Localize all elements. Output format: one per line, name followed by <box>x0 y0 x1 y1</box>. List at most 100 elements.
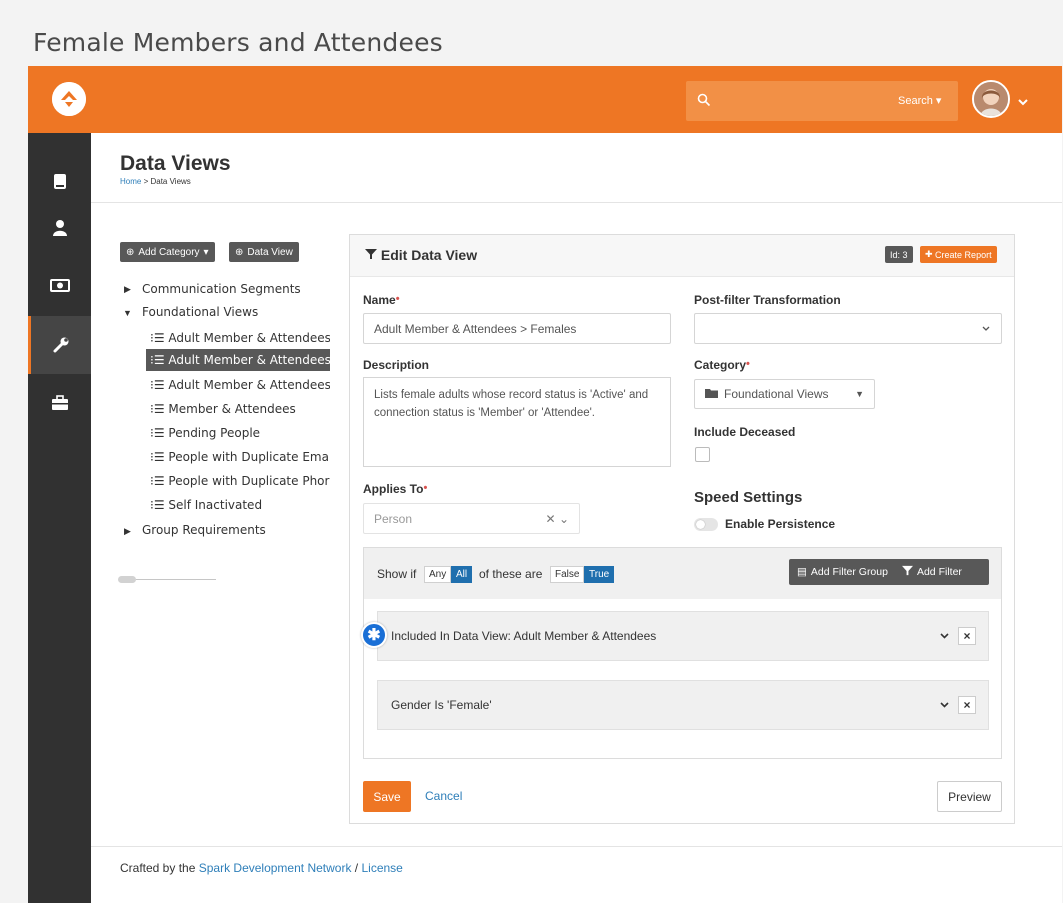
applies-to-label: Applies To• <box>363 482 427 496</box>
asterisk-icon: ✱ <box>361 622 387 648</box>
filter-icon <box>901 565 913 579</box>
false-toggle[interactable]: False <box>550 566 585 583</box>
tree-leaf[interactable]: ⁝☰ Pending People <box>146 422 330 444</box>
spark-link[interactable]: Spark Development Network <box>199 861 352 875</box>
caret-down-icon: ▾ <box>935 95 942 107</box>
wrench-icon <box>53 337 69 353</box>
caret-down-icon: ▾ <box>203 246 209 258</box>
required-indicator: • <box>395 293 400 305</box>
list-icon: ⁝☰ <box>150 426 169 440</box>
create-report-label: Create Report <box>935 249 992 260</box>
remove-filter-button[interactable]: × <box>958 696 976 714</box>
tree-category-communication[interactable]: Communication Segments <box>142 282 301 296</box>
plus-icon: ✚ <box>925 249 936 259</box>
plus-circle-icon: ⊕ <box>235 246 244 258</box>
chevron-down-icon <box>981 322 991 336</box>
add-category-label: Add Category <box>138 246 200 258</box>
tree-leaf[interactable]: ⁝☰ Member & Attendees <box>146 398 330 420</box>
save-button[interactable]: Save <box>363 781 411 812</box>
tree-leaf[interactable]: ⁝☰ People with Duplicate Phor <box>146 470 330 492</box>
sidebar-item-admin[interactable] <box>28 374 91 432</box>
folder-icon <box>705 387 718 401</box>
category-label: Category• <box>694 358 750 372</box>
search-type-dropdown[interactable]: Search ▾ <box>898 94 941 107</box>
caret-down-icon[interactable]: ▼ <box>123 308 132 318</box>
breadcrumb-home[interactable]: Home <box>120 177 141 186</box>
license-link[interactable]: License <box>361 861 402 875</box>
briefcase-icon <box>51 395 68 410</box>
divider <box>91 846 1062 847</box>
description-field[interactable]: Lists female adults whose record status … <box>363 377 671 467</box>
book-icon <box>53 173 66 189</box>
sidebar-item-people[interactable] <box>28 198 91 256</box>
filter-icon <box>365 247 381 263</box>
add-category-button[interactable]: ⊕ Add Category ▾ <box>120 242 215 262</box>
tree-leaf[interactable]: ⁝☰ Adult Member & Attendees <box>146 374 330 396</box>
remove-filter-button[interactable]: × <box>958 627 976 645</box>
add-filter-button[interactable]: Add Filter <box>917 566 962 578</box>
chevron-down-icon[interactable] <box>939 629 950 643</box>
clear-icon[interactable]: ✕ <box>546 512 556 526</box>
breadcrumb-current: Data Views <box>150 177 191 186</box>
chevron-down-icon[interactable] <box>939 698 950 712</box>
chevron-down-icon[interactable] <box>1017 94 1029 106</box>
caret-right-icon[interactable]: ▶ <box>124 284 131 295</box>
tree-leaf-selected[interactable]: ⁝☰ Adult Member & Attendees <box>146 349 330 371</box>
add-data-view-button[interactable]: ⊕ Data View <box>229 242 299 262</box>
tree-leaf[interactable]: ⁝☰ Self Inactivated <box>146 494 330 516</box>
toggle-knob <box>696 520 705 529</box>
filter-rule[interactable]: Gender Is 'Female' × <box>377 680 989 730</box>
name-label-text: Name <box>363 293 396 307</box>
description-label: Description <box>363 358 430 372</box>
id-badge: Id: 3 <box>885 246 913 263</box>
tree-leaf-label: Self Inactivated <box>168 498 263 512</box>
panel-title-text: Edit Data View <box>380 247 478 263</box>
sidebar-item-finance[interactable] <box>28 256 91 314</box>
tree-leaf-label: Adult Member & Attendees <box>168 331 330 345</box>
applies-to-select[interactable]: Person ✕ ⌄ <box>363 503 580 534</box>
rock-logo-icon[interactable] <box>52 82 86 116</box>
include-deceased-checkbox[interactable] <box>695 447 710 462</box>
tree-category-foundational[interactable]: Foundational Views <box>142 305 258 319</box>
plus-circle-icon: ⊕ <box>126 246 135 258</box>
add-filter-group-button[interactable]: Add Filter Group <box>811 566 888 578</box>
caret-right-icon[interactable]: ▶ <box>124 526 131 537</box>
true-toggle[interactable]: True <box>584 566 615 583</box>
scrollbar-track[interactable] <box>136 579 216 580</box>
tree-leaf[interactable]: ⁝☰ People with Duplicate Emai <box>146 446 330 468</box>
sidebar-item-tools[interactable] <box>28 316 91 374</box>
preview-button[interactable]: Preview <box>937 781 1002 812</box>
tree-leaf-label: Member & Attendees <box>168 402 296 416</box>
footer-prefix: Crafted by the <box>120 861 196 875</box>
tree-leaf-label: Pending People <box>168 426 261 440</box>
category-picker[interactable]: Foundational Views ▼ <box>694 379 875 409</box>
speed-settings-heading: Speed Settings <box>694 489 803 506</box>
all-toggle[interactable]: All <box>451 566 473 583</box>
avatar[interactable] <box>972 80 1010 118</box>
tree-category-group-requirements[interactable]: Group Requirements <box>142 523 266 537</box>
name-label: Name• <box>363 293 400 307</box>
divider <box>91 202 1062 203</box>
footer-separator: / <box>354 861 359 875</box>
show-if-label: Show if <box>377 567 417 581</box>
any-toggle[interactable]: Any <box>424 566 452 583</box>
create-report-button[interactable]: ✚ Create Report <box>920 246 997 263</box>
post-filter-select[interactable] <box>694 313 1002 344</box>
footer: Crafted by the Spark Development Network… <box>120 861 403 875</box>
tree-leaf-label: People with Duplicate Phor <box>168 474 330 488</box>
cancel-link[interactable]: Cancel <box>425 789 462 803</box>
list-icon: ⁝☰ <box>150 402 169 416</box>
person-icon <box>52 219 67 236</box>
list-icon: ⁝☰ <box>150 474 169 488</box>
list-icon: ⁝☰ <box>150 378 169 392</box>
search-icon <box>697 93 711 107</box>
tree-leaf-label: Adult Member & Attendees <box>168 353 330 367</box>
tree-leaf-label: People with Duplicate Emai <box>168 450 330 464</box>
filter-rule[interactable]: Included In Data View: Adult Member & At… <box>377 611 989 661</box>
required-indicator: • <box>423 482 428 494</box>
list-icon: ⁝☰ <box>150 331 169 345</box>
name-field[interactable]: Adult Member & Attendees > Females <box>363 313 671 344</box>
page-caption: Female Members and Attendees <box>33 28 443 57</box>
tree-leaf[interactable]: ⁝☰ Adult Member & Attendees <box>146 327 330 349</box>
scrollbar-thumb[interactable] <box>118 576 136 583</box>
